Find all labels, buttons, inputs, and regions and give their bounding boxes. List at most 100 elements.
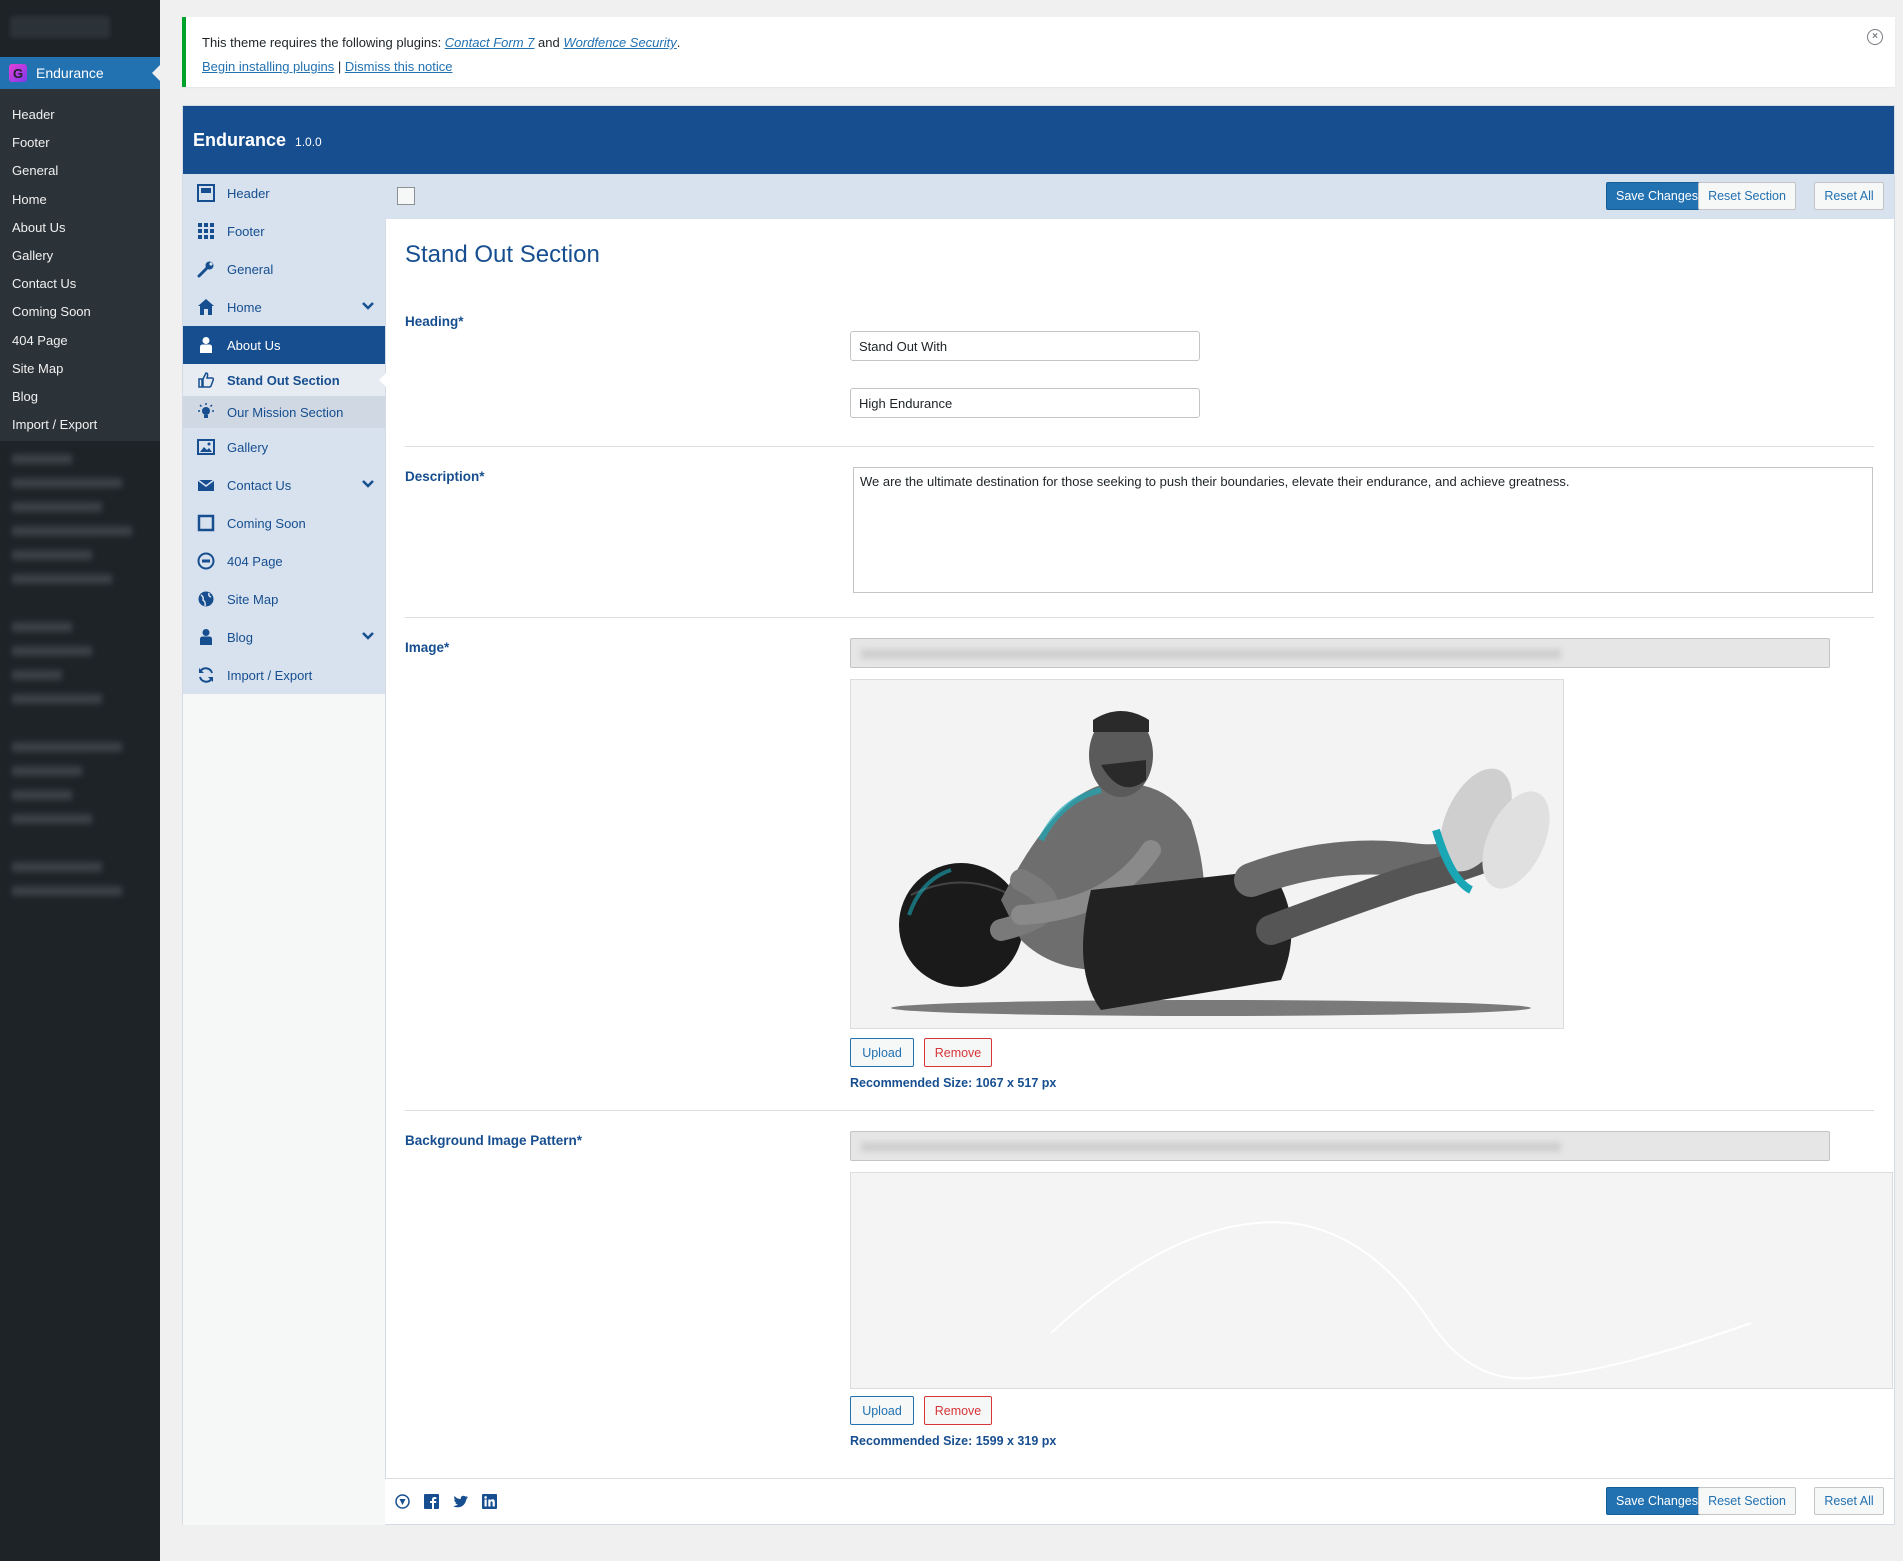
facebook-icon[interactable] [424,1494,439,1509]
footer-reset-all-button[interactable]: Reset All [1814,1487,1884,1515]
wp-submenu-contact-us[interactable]: Contact Us [0,270,160,298]
wp-submenu-footer[interactable]: Footer [0,129,160,157]
image-icon [197,438,215,456]
image-label: Image* [405,640,450,655]
reset-all-button[interactable]: Reset All [1814,182,1884,210]
notice-period: . [676,35,681,50]
nav-item-general[interactable]: General [183,250,385,288]
begin-installing-link[interactable]: Begin installing plugins [202,59,334,74]
nav-item-label: Blog [227,629,254,645]
footer-save-changes-button[interactable]: Save Changes [1606,1487,1708,1515]
refresh-icon [197,666,215,684]
bg-upload-button[interactable]: Upload [850,1396,914,1425]
description-label: Description* [405,469,485,484]
nav-item-blog[interactable]: Blog [183,618,385,656]
nav-item-footer[interactable]: Footer [183,212,385,250]
nav-item-label: Gallery [227,439,269,455]
square-icon [197,514,215,532]
wp-submenu-site-map[interactable]: Site Map [0,355,160,383]
contact-form-7-link[interactable]: Contact Form 7 [445,35,535,50]
linkedin-icon[interactable] [482,1494,497,1509]
panel-version: 1.0.0 [295,134,322,149]
divider [405,1110,1874,1111]
nav-subitem-label: Our Mission Section [227,404,344,420]
athlete-image [851,680,1563,1028]
website-icon[interactable] [395,1494,410,1509]
close-icon[interactable]: × [1867,29,1883,45]
plugin-notice: This theme requires the following plugin… [182,17,1895,87]
nav-item-label: About Us [227,337,281,353]
wp-submenu-general[interactable]: General [0,157,160,185]
description-textarea[interactable]: We are the ultimate destination for thos… [853,467,1873,593]
bg-pattern-preview [850,1172,1893,1389]
wordfence-link[interactable]: Wordfence Security [563,35,676,50]
nav-item-contact-us[interactable]: Contact Us [183,466,385,504]
image-url-input[interactable] [850,638,1830,668]
nav-item-label: Coming Soon [227,515,306,531]
bg-remove-button[interactable]: Remove [924,1396,992,1425]
wp-admin-sidebar: G Endurance Header Footer General Home A… [0,0,160,1561]
bg-pattern-label: Background Image Pattern* [405,1133,583,1148]
blurred-menu-item [10,16,110,38]
nav-item-coming-soon[interactable]: Coming Soon [183,504,385,542]
nav-item-label: Site Map [227,591,279,607]
bg-pattern-url-input[interactable] [850,1131,1830,1161]
heading-label: Heading* [405,314,464,329]
panel-header: Endurance 1.0.0 [183,106,1894,174]
footer-reset-section-button[interactable]: Reset Section [1698,1487,1796,1515]
nav-item-label: Home [227,299,262,315]
heading-line-2-input[interactable] [850,388,1200,418]
person-icon [197,336,215,354]
nav-item-404-page[interactable]: 404 Page [183,542,385,580]
expand-toggle-icon[interactable] [397,187,415,205]
wave-pattern-image [851,1173,1892,1388]
options-nav: Header Footer General Home About Us Stan… [183,174,386,1525]
nav-item-header[interactable]: Header [183,174,385,212]
image-upload-button[interactable]: Upload [850,1038,914,1067]
nav-subitem-label: Stand Out Section [227,372,340,388]
heading-line-1-input[interactable] [850,331,1200,361]
save-changes-button[interactable]: Save Changes [1606,182,1708,210]
wp-submenu-gallery[interactable]: Gallery [0,242,160,270]
wp-submenu-header[interactable]: Header [0,101,160,129]
nav-item-home[interactable]: Home [183,288,385,326]
grid-icon [197,222,215,240]
wp-submenu-about-us[interactable]: About Us [0,214,160,242]
nav-subitem-stand-out[interactable]: Stand Out Section [183,364,386,396]
nav-item-label: 404 Page [227,553,283,569]
image-preview [850,679,1564,1029]
panel-footer: Save Changes Reset Section Reset All [385,1478,1894,1524]
notice-and: and [534,35,564,50]
chevron-down-icon[interactable] [361,477,375,494]
chevron-down-icon[interactable] [361,629,375,646]
envelope-icon [197,476,215,494]
nav-item-gallery[interactable]: Gallery [183,428,385,466]
lightbulb-icon [197,403,215,421]
thumbs-up-icon [197,371,215,389]
wp-menu-endurance[interactable]: G Endurance [0,57,160,89]
nav-item-about-us[interactable]: About Us [183,326,385,364]
nav-subitem-our-mission[interactable]: Our Mission Section [183,396,385,428]
nav-item-import-export[interactable]: Import / Export [183,656,385,694]
section-title: Stand Out Section [405,241,600,268]
wp-submenu-coming-soon[interactable]: Coming Soon [0,298,160,326]
wp-submenu: Header Footer General Home About Us Gall… [0,89,160,441]
reset-section-button[interactable]: Reset Section [1698,182,1796,210]
about-us-subnav: Stand Out Section Our Mission Section [183,364,386,428]
notice-text: This theme requires the following plugin… [202,35,445,50]
wp-submenu-import-export[interactable]: Import / Export [0,411,160,439]
twitter-icon[interactable] [453,1494,468,1509]
header-icon [197,184,215,202]
wp-submenu-home[interactable]: Home [0,186,160,214]
wp-submenu-blog[interactable]: Blog [0,383,160,411]
nav-item-site-map[interactable]: Site Map [183,580,385,618]
image-remove-button[interactable]: Remove [924,1038,992,1067]
endurance-logo-icon: G [9,64,27,82]
dismiss-notice-link[interactable]: Dismiss this notice [345,59,453,74]
chevron-down-icon[interactable] [361,299,375,316]
wp-submenu-404-page[interactable]: 404 Page [0,327,160,355]
top-toolbar: Save Changes Reset Section Reset All [385,174,1894,219]
person-icon [197,628,215,646]
divider [405,617,1874,618]
blurred-menu-items [8,450,133,910]
